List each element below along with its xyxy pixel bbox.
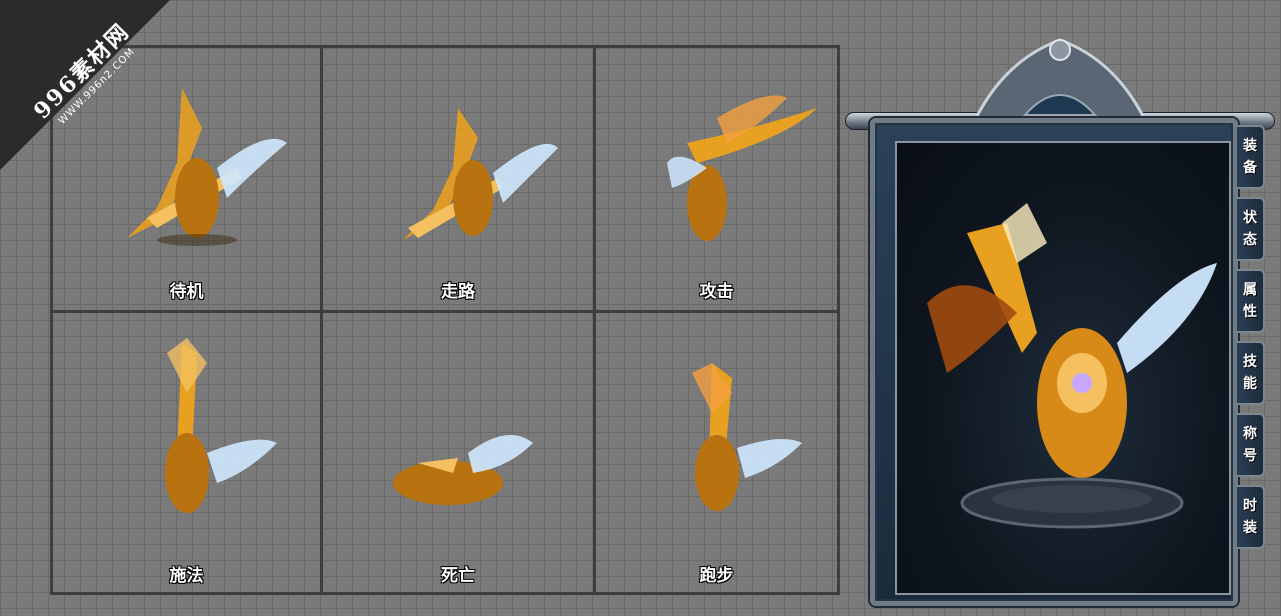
tab-skills-char2: 能 bbox=[1243, 376, 1257, 392]
tab-attributes-char1: 属 bbox=[1243, 282, 1257, 298]
crest-ornament-icon bbox=[972, 38, 1148, 122]
death-sprite bbox=[393, 435, 533, 505]
tab-equipment[interactable]: 装 备 bbox=[1237, 125, 1265, 189]
watermark: 996素材网 WWW.996n2.COM bbox=[0, 0, 170, 170]
cast-sprite bbox=[164, 338, 277, 513]
state-cell-walk[interactable]: 走路 bbox=[323, 48, 596, 313]
character-frame bbox=[870, 118, 1238, 606]
tab-attributes-char2: 性 bbox=[1243, 304, 1257, 320]
tab-attributes[interactable]: 属 性 bbox=[1237, 269, 1265, 333]
tab-equipment-char1: 装 bbox=[1243, 138, 1257, 154]
tab-fashion[interactable]: 时 装 bbox=[1237, 485, 1265, 549]
tab-fashion-char2: 装 bbox=[1243, 520, 1257, 536]
tab-equipment-char2: 备 bbox=[1243, 160, 1257, 176]
character-viewport bbox=[895, 141, 1231, 595]
tab-title-char1: 称 bbox=[1243, 426, 1257, 442]
state-label-cast: 施法 bbox=[169, 566, 204, 586]
tab-status-char2: 态 bbox=[1243, 232, 1257, 248]
state-label-death: 死亡 bbox=[441, 566, 475, 586]
tab-fashion-char1: 时 bbox=[1243, 498, 1257, 514]
walk-sprite bbox=[403, 108, 558, 240]
tab-status-char1: 状 bbox=[1243, 210, 1257, 226]
tab-status[interactable]: 状 态 bbox=[1237, 197, 1265, 261]
side-tabs: 装 备 状 态 属 性 技 能 称 号 时 装 bbox=[1237, 125, 1271, 557]
state-cell-run[interactable]: 跑步 bbox=[596, 313, 837, 592]
character-model bbox=[927, 203, 1217, 478]
attack-sprite bbox=[666, 95, 817, 241]
pedestal bbox=[960, 477, 1184, 529]
state-cell-attack[interactable]: 攻击 bbox=[596, 48, 837, 313]
tab-title-char2: 号 bbox=[1243, 448, 1257, 464]
tab-skills[interactable]: 技 能 bbox=[1237, 341, 1265, 405]
character-panel: 装 备 状 态 属 性 技 能 称 号 时 装 bbox=[845, 20, 1275, 610]
state-label-walk: 走路 bbox=[441, 282, 475, 302]
state-cell-death[interactable]: 死亡 bbox=[323, 313, 596, 592]
state-label-run: 跑步 bbox=[699, 566, 734, 586]
state-label-attack: 攻击 bbox=[699, 282, 734, 302]
state-cell-cast[interactable]: 施法 bbox=[53, 313, 323, 592]
tab-skills-char1: 技 bbox=[1243, 354, 1257, 370]
run-sprite bbox=[691, 363, 802, 511]
state-label-idle: 待机 bbox=[169, 282, 204, 302]
tab-title[interactable]: 称 号 bbox=[1237, 413, 1265, 477]
